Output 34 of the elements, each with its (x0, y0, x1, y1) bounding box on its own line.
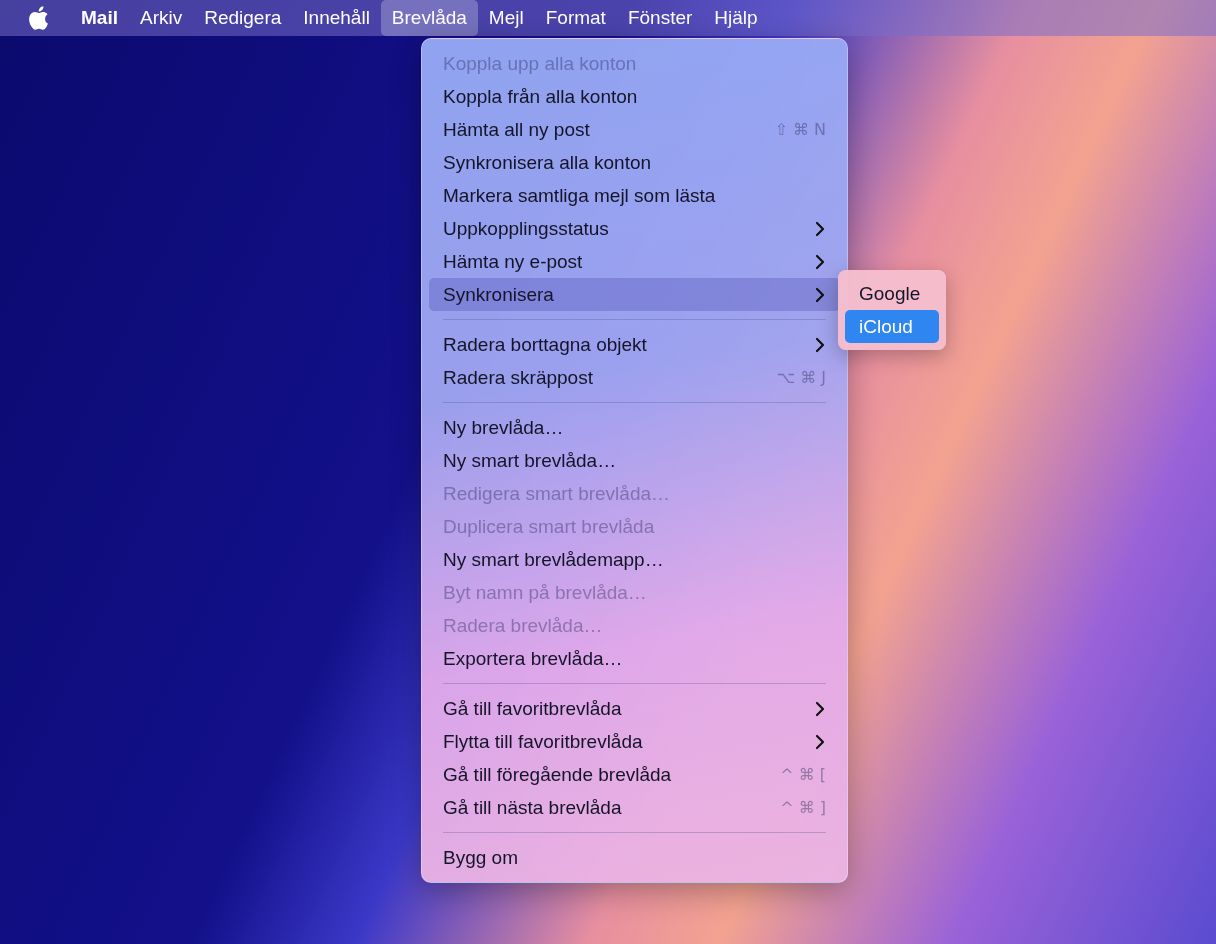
keyboard-shortcut: ^ ⌘ [ (780, 765, 826, 784)
menu-item[interactable]: Gå till föregående brevlåda ^ ⌘ [ (429, 758, 840, 791)
keyboard-shortcut: ⇧ ⌘ N (774, 120, 826, 139)
menu-item[interactable]: Ny brevlåda… (429, 411, 840, 444)
menu-bar-item[interactable]: Hjälp (703, 0, 769, 36)
menu-item[interactable]: Radera skräppost ⌥ ⌘ J (429, 361, 840, 394)
menu-bar-item[interactable]: Mail (70, 0, 129, 36)
menu-bar-item[interactable]: Redigera (193, 0, 293, 36)
keyboard-shortcut: ⌥ ⌘ J (776, 368, 826, 387)
menu-item[interactable]: Flytta till favoritbrevlåda (429, 725, 840, 758)
menu-item[interactable]: Bygg om (429, 841, 840, 874)
menu-item[interactable]: Koppla från alla konton (429, 80, 840, 113)
menu-bar-item[interactable]: Arkiv (128, 0, 194, 36)
submenu-item[interactable]: Google (845, 277, 939, 310)
menu-item[interactable]: Gå till favoritbrevlåda (429, 692, 840, 725)
menu-item[interactable]: Hämta all ny post ⇧ ⌘ N (429, 113, 840, 146)
apple-logo-icon[interactable] (26, 5, 50, 31)
menu-item[interactable]: Synkronisera (429, 278, 840, 311)
menu-item[interactable]: Gå till nästa brevlåda ^ ⌘ ] (429, 791, 840, 824)
menu-bar-item[interactable]: Brevlåda (380, 0, 478, 36)
menu-item[interactable]: Ny smart brevlådemapp… (429, 543, 840, 576)
menu-bar-item[interactable]: Fönster (616, 0, 704, 36)
menu-item[interactable]: Ny smart brevlåda… (429, 444, 840, 477)
menu-item[interactable]: Radera borttagna objekt (429, 328, 840, 361)
menu-bar-item[interactable]: Innehåll (292, 0, 381, 36)
menu-item[interactable]: Synkronisera alla konton (429, 146, 840, 179)
menu-bar-item[interactable]: Mejl (477, 0, 535, 36)
submenu-item[interactable]: iCloud (845, 310, 939, 343)
menu-item[interactable]: Hämta ny e-post (429, 245, 840, 278)
keyboard-shortcut: ^ ⌘ ] (780, 798, 826, 817)
menu-item[interactable]: Markera samtliga mejl som lästa (429, 179, 840, 212)
menu-bar-item[interactable]: Format (534, 0, 617, 36)
menu-item[interactable]: Exportera brevlåda… (429, 642, 840, 675)
menu-item[interactable]: Uppkopplingsstatus (429, 212, 840, 245)
